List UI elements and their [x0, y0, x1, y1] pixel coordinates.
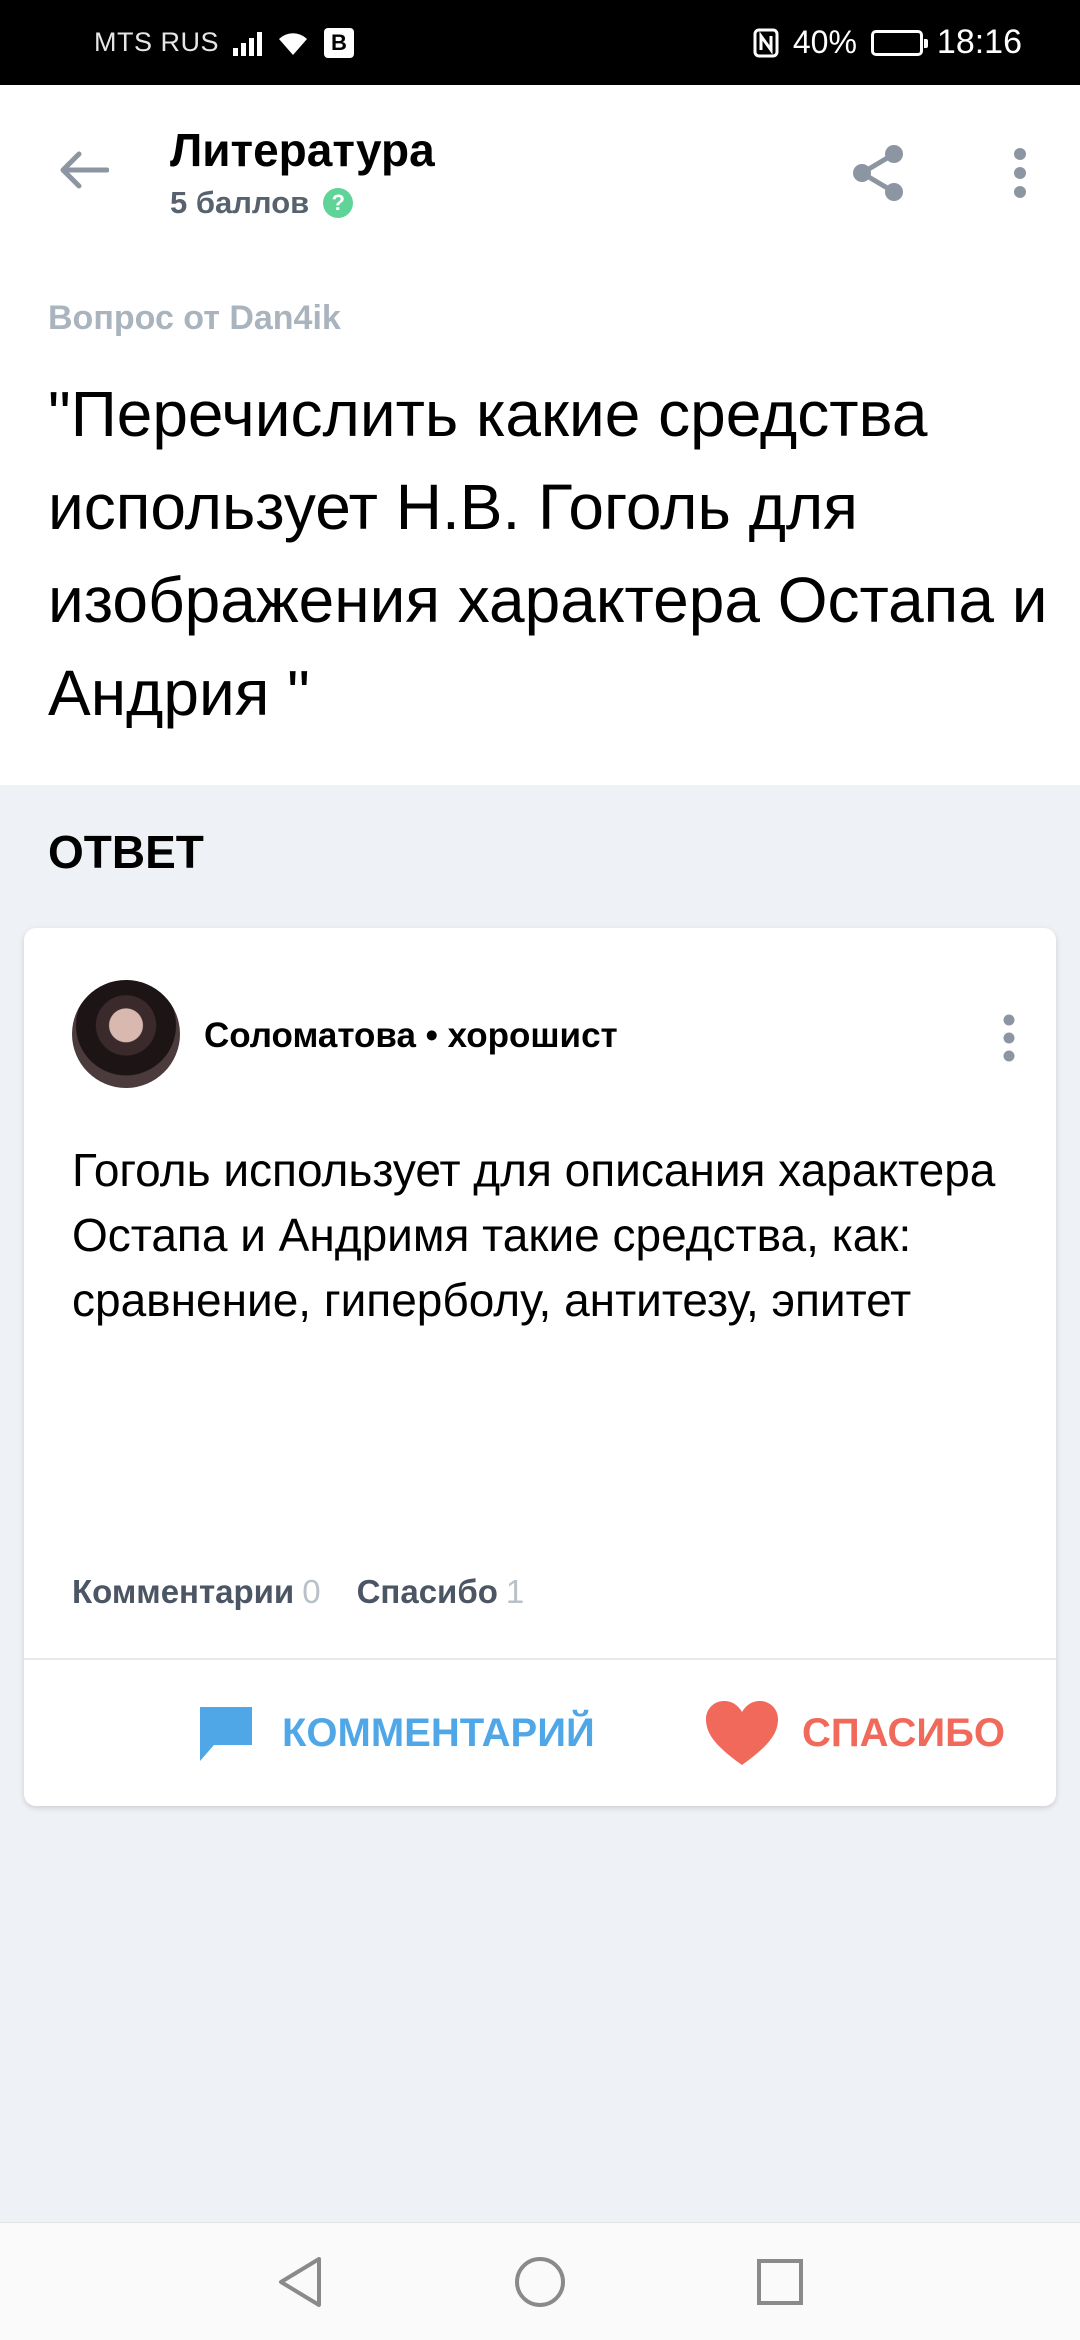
nav-home-button[interactable]	[510, 2252, 570, 2312]
answer-heading: ОТВЕТ	[48, 826, 204, 878]
answer-author[interactable]: Соломатова • хорошист	[204, 1016, 618, 1056]
thanks-button-label: СПАСИБО	[802, 1710, 1006, 1755]
nfc-icon	[753, 28, 779, 57]
nav-back-button[interactable]	[270, 2252, 330, 2312]
status-right: 40% 18:16	[753, 23, 1022, 62]
wifi-icon	[279, 32, 307, 55]
answer-card: Соломатова • хорошист Гоголь использует …	[24, 928, 1056, 1806]
comments-label: Комментарии	[72, 1573, 295, 1610]
clock: 18:16	[936, 23, 1022, 61]
share-icon	[853, 145, 903, 201]
card-divider	[24, 1658, 1056, 1660]
more-vertical-icon	[1003, 1014, 1015, 1062]
arrow-left-icon	[60, 151, 109, 189]
square-recents-icon	[757, 2258, 803, 2305]
battery-percent: 40%	[792, 24, 857, 60]
help-icon[interactable]: ?	[323, 188, 354, 218]
nav-recents-button[interactable]	[750, 2252, 810, 2312]
circle-home-icon	[515, 2256, 565, 2307]
avatar[interactable]	[72, 980, 180, 1088]
answer-text: Гоголь использует для описания характера…	[72, 1144, 996, 1326]
system-nav-bar	[0, 2222, 1080, 2340]
thanks-count: 1	[505, 1573, 525, 1610]
comment-button-label: КОММЕНТАРИЙ	[282, 1710, 595, 1755]
more-vertical-icon	[1014, 148, 1026, 198]
answer-stats: Комментарии 0 Спасибо 1	[72, 1573, 524, 1611]
more-options-button[interactable]	[990, 135, 1050, 211]
thanks-button[interactable]: СПАСИБО	[704, 1698, 1005, 1768]
signal-icon	[233, 30, 262, 56]
carrier-name: MTS RUS	[94, 27, 219, 57]
question-section: Вопрос от Dan4ik "Перечислить какие сред…	[0, 255, 1080, 785]
comments-stat[interactable]: Комментарии 0	[72, 1573, 321, 1611]
app-bar: Литература 5 баллов ?	[0, 85, 1080, 255]
subject-title: Литература	[170, 124, 435, 176]
comments-count: 0	[302, 1573, 321, 1610]
share-button[interactable]	[840, 135, 916, 211]
battery-icon	[870, 29, 928, 56]
question-author: Вопрос от Dan4ik	[48, 299, 341, 337]
points-label: 5 баллов	[170, 185, 310, 220]
heart-icon	[706, 1701, 778, 1765]
status-left: MTS RUS B	[94, 27, 354, 58]
comment-button[interactable]: КОММЕНТАРИЙ	[194, 1698, 595, 1768]
back-button[interactable]	[48, 135, 118, 205]
comment-bubble-icon	[200, 1707, 252, 1761]
thanks-stat[interactable]: Спасибо 1	[357, 1573, 525, 1611]
status-bar: MTS RUS B 40% 18:16	[0, 0, 1080, 85]
triangle-back-icon	[279, 2256, 321, 2307]
answer-more-button[interactable]	[984, 1008, 1034, 1068]
thanks-label: Спасибо	[356, 1573, 498, 1610]
points-row: 5 баллов ?	[170, 185, 354, 221]
question-text: "Перечислить какие средства использует Н…	[48, 378, 1048, 729]
vk-notification-icon: B	[324, 27, 354, 58]
